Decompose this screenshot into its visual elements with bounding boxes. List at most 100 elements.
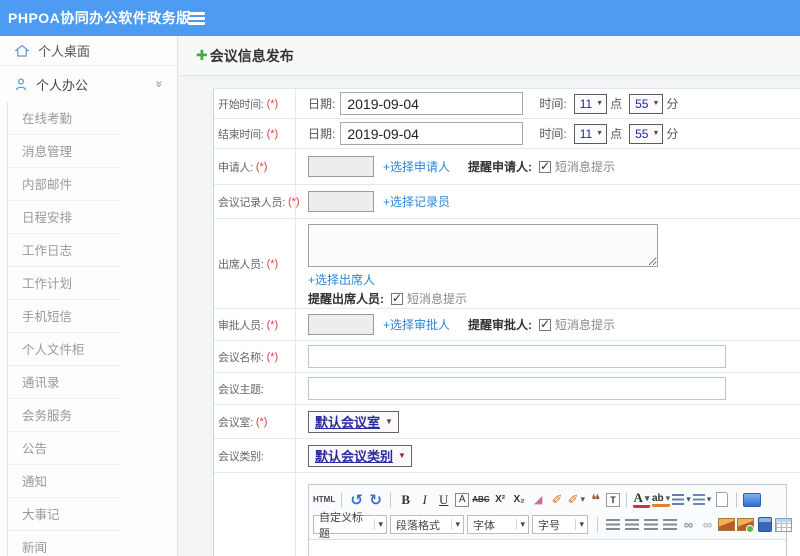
start-hour-select[interactable]: 11 bbox=[573, 93, 608, 114]
sidebar: 个人桌面 个人办公 在线考勤 消息管理 内部邮件 日程安排 工作日志 工作计划 … bbox=[0, 36, 178, 556]
sidebar-subitem[interactable]: 通讯录 bbox=[8, 366, 121, 399]
insert-image-icon[interactable] bbox=[737, 515, 754, 535]
heading-select[interactable]: 自定义标题 bbox=[313, 512, 387, 540]
blockquote-icon[interactable]: ❝ bbox=[587, 490, 604, 510]
required-mark: (*) bbox=[266, 350, 279, 363]
field-label: 结束时间: bbox=[218, 128, 264, 141]
sidebar-subitem[interactable]: 通知 bbox=[8, 465, 121, 498]
sidebar-subitem[interactable]: 在线考勤 bbox=[8, 102, 121, 135]
hour-unit: 点 bbox=[610, 127, 623, 141]
content-titlebar: 会议信息发布 bbox=[179, 36, 800, 76]
sidebar-item-label: 个人桌面 bbox=[38, 44, 91, 59]
font-color-button[interactable]: A bbox=[633, 490, 650, 508]
link-icon[interactable]: ∞ bbox=[680, 515, 697, 535]
bold-button[interactable]: B bbox=[397, 490, 414, 510]
sms-remind-checkbox[interactable] bbox=[539, 317, 552, 331]
remove-format-icon[interactable]: ✐ bbox=[549, 490, 566, 510]
subscript-button[interactable]: X₂ bbox=[511, 490, 528, 510]
time-label: 时间: bbox=[539, 97, 567, 111]
sidebar-subitem[interactable]: 大事记 bbox=[8, 498, 121, 531]
sidebar-section-personal-office[interactable]: 个人办公 bbox=[0, 66, 177, 102]
approver-input[interactable] bbox=[308, 314, 374, 335]
form-row-meeting-category: 会议类别: 默认会议类别 bbox=[214, 439, 800, 473]
form-row-start-time: 开始时间:(*) 日期: 时间: 11 点 55 分 bbox=[214, 89, 800, 119]
end-minute-select[interactable]: 55 bbox=[629, 123, 664, 144]
table-icon[interactable] bbox=[775, 515, 792, 535]
eraser-icon[interactable]: ◢ bbox=[530, 490, 547, 510]
form-row-applicant: 申请人:(*) +选择申请人 提醒申请人: 短消息提示 bbox=[214, 149, 800, 185]
sms-remind-checkbox[interactable] bbox=[391, 291, 403, 305]
select-approver-link[interactable]: +选择审批人 bbox=[383, 316, 450, 333]
select-recorder-link[interactable]: +选择记录员 bbox=[383, 193, 450, 210]
align-center-icon[interactable] bbox=[623, 515, 640, 535]
editor-content[interactable] bbox=[309, 540, 786, 556]
field-label: 会议名称: bbox=[218, 351, 264, 364]
paste-text-icon[interactable]: T bbox=[606, 492, 620, 507]
field-label: 开始时间: bbox=[218, 98, 264, 111]
redo-icon[interactable]: ↻ bbox=[367, 490, 384, 510]
meeting-room-select[interactable]: 默认会议室 bbox=[308, 410, 399, 433]
unlink-icon[interactable]: ∞ bbox=[699, 515, 716, 535]
applicant-input[interactable] bbox=[308, 156, 374, 177]
end-hour-select[interactable]: 11 bbox=[573, 123, 608, 144]
form-row-recorder: 会议记录人员: (*) +选择记录员 bbox=[214, 185, 800, 219]
form-row-meeting-topic: 会议主题: bbox=[214, 373, 800, 405]
html-source-button[interactable]: HTML bbox=[313, 490, 335, 510]
required-mark: (*) bbox=[266, 127, 279, 140]
image-icon[interactable] bbox=[718, 515, 735, 535]
font-size-select[interactable]: 字号 bbox=[532, 515, 588, 534]
ordered-list-button[interactable] bbox=[672, 490, 691, 510]
remind-approver-label: 提醒审批人: bbox=[468, 318, 533, 332]
sidebar-item-desktop[interactable]: 个人桌面 bbox=[0, 36, 177, 66]
sidebar-subitem[interactable]: 新闻 bbox=[8, 531, 121, 556]
minute-unit: 分 bbox=[666, 97, 679, 111]
strikethrough-button[interactable]: ABC bbox=[472, 490, 489, 510]
fullscreen-icon[interactable] bbox=[743, 490, 761, 510]
sidebar-submenu: 在线考勤 消息管理 内部邮件 日程安排 工作日志 工作计划 手机短信 个人文件柜… bbox=[7, 102, 177, 556]
media-icon[interactable] bbox=[756, 515, 773, 535]
sidebar-subitem[interactable]: 日程安排 bbox=[8, 201, 121, 234]
underline-button[interactable]: U bbox=[435, 490, 452, 510]
end-date-input[interactable] bbox=[340, 122, 524, 145]
sms-remind-label: 短消息提示 bbox=[407, 292, 468, 306]
add-icon bbox=[196, 47, 208, 64]
sidebar-subitem[interactable]: 手机短信 bbox=[8, 300, 121, 333]
richtext-editor: HTML↺↻BIUAABCX²X₂◢✐✐❝TAab 自定义标题段落格式字体字号 … bbox=[308, 484, 787, 556]
start-date-input[interactable] bbox=[340, 92, 524, 115]
meeting-topic-input[interactable] bbox=[308, 377, 726, 400]
paragraph-select[interactable]: 段落格式 bbox=[390, 515, 464, 534]
sidebar-subitem[interactable]: 工作日志 bbox=[8, 234, 121, 267]
editor-format-selects: 自定义标题段落格式字体字号 bbox=[313, 512, 591, 540]
sidebar-subitem[interactable]: 消息管理 bbox=[8, 135, 121, 168]
unordered-list-button[interactable] bbox=[693, 490, 712, 510]
format-painter-icon[interactable]: ✐ bbox=[568, 490, 585, 510]
start-minute-select[interactable]: 55 bbox=[629, 93, 664, 114]
font-family-select[interactable]: 字体 bbox=[467, 515, 529, 534]
date-label: 日期: bbox=[308, 97, 336, 111]
new-page-icon[interactable] bbox=[713, 490, 730, 510]
sidebar-subitem[interactable]: 会务服务 bbox=[8, 399, 121, 432]
attendees-textarea[interactable] bbox=[308, 224, 658, 267]
align-left-icon[interactable] bbox=[604, 515, 621, 535]
font-border-button[interactable]: A bbox=[455, 492, 470, 507]
italic-button[interactable]: I bbox=[416, 490, 433, 510]
recorder-input[interactable] bbox=[308, 191, 374, 212]
date-label: 日期: bbox=[308, 127, 336, 141]
align-justify-icon[interactable] bbox=[661, 515, 678, 535]
menu-icon[interactable] bbox=[188, 12, 205, 15]
editor-toolbar-row2: 自定义标题段落格式字体字号 ∞∞ bbox=[313, 512, 782, 540]
sms-remind-checkbox[interactable] bbox=[539, 159, 552, 173]
select-applicant-link[interactable]: +选择申请人 bbox=[383, 158, 450, 175]
align-right-icon[interactable] bbox=[642, 515, 659, 535]
sidebar-subitem[interactable]: 工作计划 bbox=[8, 267, 121, 300]
meeting-name-input[interactable] bbox=[308, 345, 726, 368]
undo-icon[interactable]: ↺ bbox=[348, 490, 365, 510]
sidebar-subitem[interactable]: 内部邮件 bbox=[8, 168, 121, 201]
sidebar-subitem[interactable]: 个人文件柜 bbox=[8, 333, 121, 366]
superscript-button[interactable]: X² bbox=[492, 490, 509, 510]
form-row-end-time: 结束时间:(*) 日期: 时间: 11 点 55 分 bbox=[214, 119, 800, 149]
highlight-color-button[interactable]: ab bbox=[652, 492, 671, 507]
select-attendees-link[interactable]: +选择出席人 bbox=[308, 271, 375, 288]
sidebar-subitem[interactable]: 公告 bbox=[8, 432, 121, 465]
meeting-category-select[interactable]: 默认会议类别 bbox=[308, 444, 412, 467]
